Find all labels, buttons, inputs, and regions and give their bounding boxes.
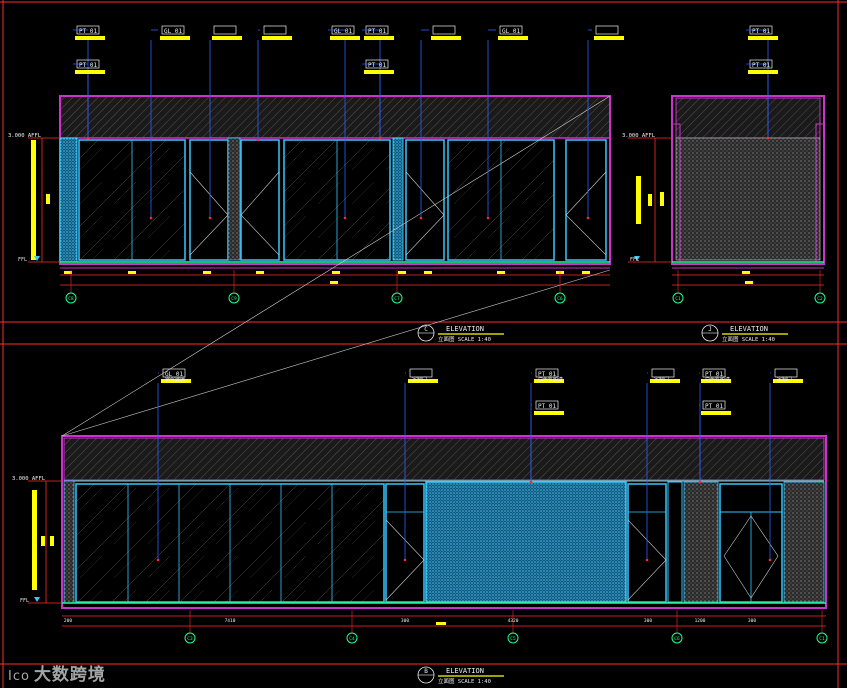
elevation-c bbox=[28, 95, 611, 286]
dimension-value: 300 bbox=[644, 618, 652, 624]
dimension-value: 300 bbox=[748, 618, 756, 624]
grid-marker-label: C3 bbox=[187, 636, 193, 642]
title-id: C bbox=[424, 326, 428, 333]
dimension-value: 200 bbox=[64, 618, 72, 624]
grid-marker-label: C9 bbox=[231, 296, 237, 302]
reference-line bbox=[61, 269, 611, 437]
grid-marker: C4 bbox=[346, 610, 358, 644]
dimension-value: 1200 bbox=[695, 618, 706, 624]
tag-underline bbox=[262, 36, 292, 40]
tag-box bbox=[651, 368, 675, 378]
tag-box bbox=[263, 25, 287, 35]
title-block: C ELEVATION 立面图 SCALE 1:40 bbox=[417, 324, 504, 343]
tag-underline bbox=[160, 36, 190, 40]
tag-code: PT 01 bbox=[368, 28, 386, 35]
tag-box bbox=[409, 368, 433, 378]
grid-marker-label: C1 bbox=[675, 296, 681, 302]
watermark-text: 大数跨境 bbox=[33, 665, 106, 685]
grid-marker-label: C6 bbox=[557, 296, 563, 302]
tag-underline bbox=[748, 70, 778, 74]
glass-panels bbox=[78, 137, 607, 261]
dimension-value: 300 bbox=[401, 618, 409, 624]
tag-code: PT 01 bbox=[705, 371, 723, 378]
tag-code: PT 01 bbox=[705, 403, 723, 410]
tag-underline bbox=[364, 70, 394, 74]
elevation-b bbox=[28, 435, 827, 627]
tag-underline bbox=[534, 411, 564, 415]
tag-code: GL 01 bbox=[502, 28, 520, 35]
tag-underline bbox=[330, 36, 360, 40]
level-marker bbox=[28, 137, 60, 263]
title-id: B bbox=[424, 668, 428, 675]
floor-label: FFL bbox=[630, 257, 639, 263]
title-block: B ELEVATION 立面图 SCALE 1:40 bbox=[417, 666, 504, 685]
tag-code: PT 01 bbox=[752, 62, 770, 69]
tag-note: 定制门 bbox=[777, 376, 792, 383]
level-label: 3.000 AFFL bbox=[622, 133, 656, 139]
tag-code: PT 01 bbox=[538, 403, 556, 410]
title-text: ELEVATION bbox=[730, 325, 768, 333]
grid-marker: C3 bbox=[184, 610, 196, 644]
tag-code: GL 01 bbox=[334, 28, 352, 35]
grid-marker-label: C1 bbox=[819, 636, 825, 642]
title-text: ELEVATION bbox=[446, 325, 484, 333]
tag-underline bbox=[594, 36, 624, 40]
watermark-logo: Ico bbox=[8, 669, 30, 684]
tag-underline bbox=[748, 36, 778, 40]
tag-underline bbox=[75, 36, 105, 40]
grid-marker-label: C4 bbox=[349, 636, 355, 642]
tag-note: 定制门 bbox=[654, 376, 669, 383]
floor-label: FFL bbox=[20, 598, 29, 604]
title-id: J bbox=[708, 326, 712, 333]
tag-code: GL 01 bbox=[165, 371, 183, 378]
grid-marker-label: C2 bbox=[817, 296, 823, 302]
tag-box bbox=[432, 25, 456, 35]
title-text: ELEVATION bbox=[446, 667, 484, 675]
ceiling-band bbox=[59, 95, 611, 139]
grid-marker: C6 bbox=[671, 610, 683, 644]
tag-underline bbox=[364, 36, 394, 40]
title-block: J ELEVATION 立面图 SCALE 1:40 bbox=[701, 324, 788, 343]
tag-code: GL 01 bbox=[164, 28, 182, 35]
watermark: Ico 大数跨境 bbox=[8, 660, 106, 685]
grid-marker: C1 bbox=[816, 610, 828, 644]
dimension-value: 4320 bbox=[508, 618, 519, 624]
title-subtitle: 立面图 SCALE 1:40 bbox=[722, 335, 775, 343]
tag-code: PT 01 bbox=[79, 62, 97, 69]
grid-marker-label: C6 bbox=[674, 636, 680, 642]
tag-code: PT 01 bbox=[538, 371, 556, 378]
grid-marker-label: C8 bbox=[68, 296, 74, 302]
tag-underline bbox=[498, 36, 528, 40]
title-subtitle: 立面图 SCALE 1:40 bbox=[438, 335, 491, 343]
tag-underline bbox=[431, 36, 461, 40]
level-marker bbox=[628, 137, 672, 263]
tag-code: PT 01 bbox=[368, 62, 386, 69]
tag-box bbox=[774, 368, 798, 378]
tag-code: PT 01 bbox=[752, 28, 770, 35]
dimension-value: 7410 bbox=[225, 618, 236, 624]
grid-marker-label: C5 bbox=[510, 636, 516, 642]
tag-box bbox=[595, 25, 619, 35]
tag-box bbox=[213, 25, 237, 35]
level-label: 3.000 AFFL bbox=[8, 133, 42, 139]
level-marker bbox=[28, 480, 62, 604]
grid-marker: C5 bbox=[507, 610, 519, 644]
level-label: 3.000 AFFL bbox=[12, 476, 46, 482]
tag-underline bbox=[212, 36, 242, 40]
ceiling-band bbox=[63, 437, 825, 481]
cad-drawing-canvas: PT 01 PT 01 GL 01 GL 01 PT 01 PT 01 GL 01 PT 01… bbox=[0, 0, 847, 688]
tag-underline bbox=[701, 411, 731, 415]
tag-underline bbox=[75, 70, 105, 74]
tag-code: PT 01 bbox=[79, 28, 97, 35]
elevation-j bbox=[628, 95, 825, 286]
column-left bbox=[59, 137, 78, 263]
feature-wall bbox=[425, 481, 627, 603]
title-subtitle: 立面图 SCALE 1:40 bbox=[438, 677, 491, 685]
tag-note: 定制门 bbox=[412, 376, 427, 383]
floor-label: FFL bbox=[18, 257, 27, 263]
grid-marker-label: C7 bbox=[394, 296, 400, 302]
